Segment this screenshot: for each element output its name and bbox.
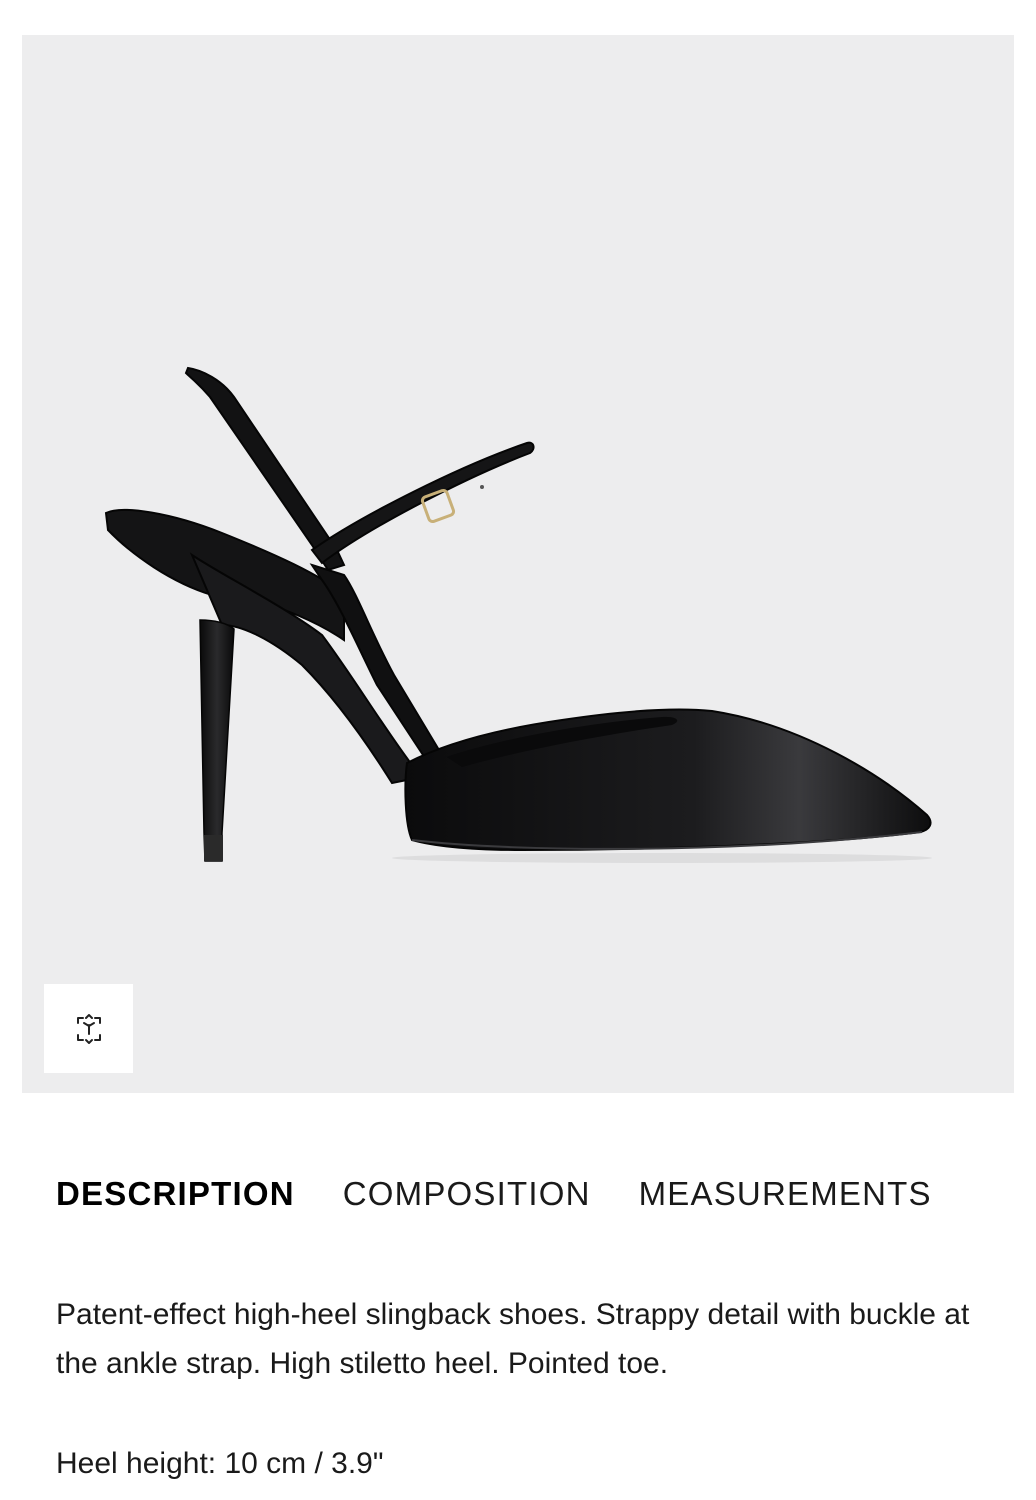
tab-composition[interactable]: COMPOSITION — [343, 1172, 591, 1216]
product-image[interactable] — [22, 35, 1014, 1093]
product-description: Patent-effect high-heel slingback shoes.… — [56, 1298, 970, 1380]
ar-view-icon — [76, 1013, 101, 1044]
product-gallery[interactable] — [22, 35, 1014, 1093]
product-page: DESCRIPTION COMPOSITION MEASUREMENTS Pat… — [0, 0, 1036, 1500]
heel-height-text: Heel height: 10 cm / 3.9" — [56, 1447, 384, 1480]
ar-view-button[interactable] — [44, 984, 133, 1073]
tab-measurements[interactable]: MEASUREMENTS — [639, 1172, 932, 1216]
tab-description[interactable]: DESCRIPTION — [56, 1172, 295, 1216]
product-info-tabs: DESCRIPTION COMPOSITION MEASUREMENTS — [56, 1172, 986, 1216]
